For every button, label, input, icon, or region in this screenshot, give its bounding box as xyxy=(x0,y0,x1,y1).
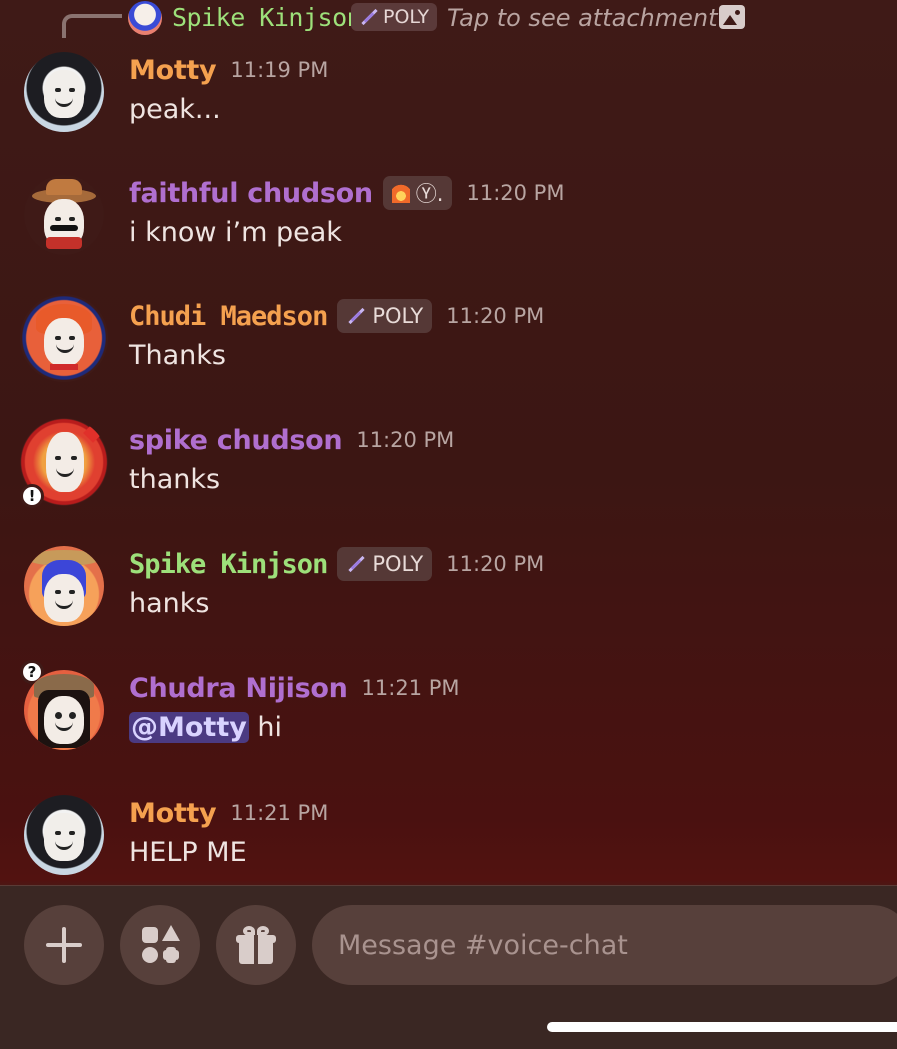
author-name[interactable]: Motty xyxy=(129,798,217,829)
message[interactable]: spike chudson 11:20 PM thanks xyxy=(0,418,897,522)
avatar[interactable] xyxy=(24,795,104,875)
message-list[interactable]: Spike Kinjson POLY Tap to see attachment… xyxy=(0,0,897,885)
sword-icon xyxy=(346,306,366,326)
timestamp: 11:20 PM xyxy=(356,428,455,452)
reply-server-tag[interactable]: POLY xyxy=(351,3,438,31)
server-tag-label: POLY xyxy=(372,304,424,328)
server-tag-label: POLY xyxy=(372,552,424,576)
reply-preview[interactable]: Spike Kinjson POLY Tap to see attachment xyxy=(0,0,897,38)
message-text: i know i’m peak xyxy=(129,217,342,248)
message[interactable]: Motty 11:21 PM HELP ME xyxy=(0,795,897,895)
reply-connector xyxy=(62,14,122,38)
message-text-rest: hi xyxy=(248,712,283,743)
author-name[interactable]: Motty xyxy=(129,55,217,86)
timestamp: 11:20 PM xyxy=(446,304,545,328)
status-badge: ! xyxy=(20,484,44,508)
message[interactable]: faithful chudson Ⓨ. 11:20 PM i know i’m … xyxy=(0,175,897,275)
add-attachment-button[interactable] xyxy=(24,905,104,985)
user-mention[interactable]: @Motty xyxy=(129,712,249,743)
author-name[interactable]: Spike Kinjson xyxy=(129,549,328,580)
reply-avatar xyxy=(128,1,162,35)
message-text: thanks xyxy=(129,464,221,495)
message[interactable]: ? Chudi Maedson POLY 11:20 PM Thanks xyxy=(0,294,897,684)
fire-icon xyxy=(391,183,410,203)
timestamp: 11:21 PM xyxy=(361,676,460,700)
message[interactable]: Spike Kinjson POLY 11:20 PM hanks xyxy=(0,546,897,646)
server-tag-label: Ⓨ. xyxy=(415,182,444,206)
timestamp: 11:19 PM xyxy=(230,58,329,82)
reply-tag-label: POLY xyxy=(383,6,430,28)
sword-icon xyxy=(346,554,366,574)
message-text: peak... xyxy=(129,94,221,125)
author-name[interactable]: Chudra Nijison xyxy=(129,673,348,704)
reply-text[interactable]: Tap to see attachment xyxy=(447,4,718,32)
server-tag[interactable]: POLY xyxy=(337,299,433,333)
timestamp: 11:20 PM xyxy=(446,552,545,576)
message-composer xyxy=(0,885,897,1049)
apps-icon xyxy=(140,925,180,965)
author-name[interactable]: spike chudson xyxy=(129,425,343,456)
author-name[interactable]: Chudi Maedson xyxy=(129,301,328,332)
author-name[interactable]: faithful chudson xyxy=(129,178,373,209)
timestamp: 11:20 PM xyxy=(466,181,565,205)
server-tag[interactable]: Ⓨ. xyxy=(382,176,453,210)
message-text: @Motty hi xyxy=(129,712,282,743)
image-icon xyxy=(719,5,745,29)
plus-icon xyxy=(46,927,82,963)
home-indicator xyxy=(547,1022,897,1032)
timestamp: 11:21 PM xyxy=(230,801,329,825)
avatar[interactable] xyxy=(24,175,104,255)
avatar[interactable] xyxy=(20,294,108,382)
sword-icon xyxy=(359,7,379,27)
reply-author[interactable]: Spike Kinjson xyxy=(172,3,362,32)
avatar[interactable] xyxy=(24,546,104,626)
message-text: Thanks xyxy=(129,340,226,371)
server-tag[interactable]: POLY xyxy=(337,547,433,581)
avatar[interactable] xyxy=(24,52,104,132)
gift-icon xyxy=(236,926,276,964)
message-text: HELP ME xyxy=(129,837,247,868)
message[interactable]: Chudra Nijison 11:21 PM @Motty hi xyxy=(0,670,897,770)
gift-button[interactable] xyxy=(216,905,296,985)
apps-button[interactable] xyxy=(120,905,200,985)
message[interactable]: Motty 11:19 PM peak... xyxy=(0,52,897,152)
message-text: hanks xyxy=(129,588,210,619)
avatar[interactable] xyxy=(24,670,104,750)
message-input[interactable] xyxy=(312,905,897,985)
